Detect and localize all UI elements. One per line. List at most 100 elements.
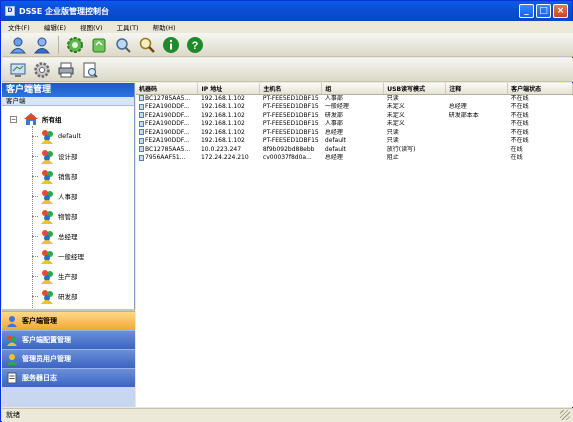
tree-node-label: 总经理 (58, 233, 78, 241)
minimize-button[interactable]: _ (519, 4, 534, 18)
menu-tools[interactable]: 工具(T) (117, 22, 139, 32)
cell-machine-code: FE2A190DDF... (145, 128, 190, 136)
col-group[interactable]: 组 (321, 83, 385, 95)
col-comment[interactable]: 注释 (445, 83, 509, 95)
cell-comment (446, 137, 508, 146)
cell-group: 人事部 (324, 120, 343, 127)
help-icon[interactable]: ? (185, 35, 205, 55)
nav-label: 管理员用户管理 (22, 355, 71, 363)
tree-node-rnd[interactable]: 研发部 (32, 288, 78, 304)
tree-node-default[interactable]: default (32, 128, 81, 144)
menu-help[interactable]: 帮助(H) (153, 22, 176, 32)
gear-magnify-icon[interactable] (113, 35, 133, 55)
cell-usb-mode: 放行(读写) (386, 145, 416, 153)
cell-ip: 192.168.1.102 (200, 94, 245, 102)
cell-usb-mode: 未定义 (386, 111, 405, 119)
menu-file[interactable]: 文件(F) (8, 22, 30, 32)
cell-status: 不在线 (510, 128, 529, 136)
col-machine-code[interactable]: 机器码 (136, 83, 199, 95)
table-row[interactable]: BC12785AA5... 192.168.1.102 PT-FEE5ED1DB… (136, 94, 573, 103)
tree-node-manager[interactable]: 一般经理 (32, 248, 84, 264)
table-row[interactable]: FE2A190DDF... 192.168.1.102 PT-FEE5ED1DB… (136, 129, 573, 138)
gear-green-icon[interactable] (65, 35, 85, 55)
col-ip[interactable]: IP 地址 (197, 83, 261, 95)
panel-subtitle: 客户端 (2, 97, 134, 106)
tree-node-production[interactable]: 生产部 (32, 268, 78, 284)
tree-node-gm[interactable]: 总经理 (32, 228, 78, 244)
cell-ip: 192.168.1.102 (200, 103, 245, 110)
cell-hostname: PT-FEE5ED1DBF15 (262, 111, 319, 119)
tree-node-label: 生产部 (58, 273, 78, 281)
menu-edit[interactable]: 编辑(E) (44, 22, 66, 32)
cell-comment: 研发部本本 (448, 111, 479, 119)
cell-comment (446, 94, 508, 103)
cell-status: 不在线 (510, 120, 529, 127)
table-row[interactable]: 7956AAF51... 172.24.224.210 cv00037f8d0a… (136, 154, 573, 163)
settings-icon[interactable] (32, 60, 52, 80)
group-icon (41, 190, 53, 204)
menu-view[interactable]: 视图(V) (80, 22, 103, 32)
recycle-icon[interactable] (89, 35, 109, 55)
col-status[interactable]: 客户端状态 (507, 83, 573, 95)
tree-root[interactable]: − 所有组 (10, 112, 62, 126)
group-icon (41, 150, 53, 164)
tree-root-label: 所有组 (42, 116, 62, 124)
nav-label: 服务器日志 (22, 374, 57, 382)
nav-client-config[interactable]: 客户端配置管理 (2, 330, 135, 349)
tree-node-sales[interactable]: 销售部 (32, 168, 78, 184)
nav-admin-users[interactable]: 管理员用户管理 (2, 349, 135, 368)
maximize-button[interactable]: □ (536, 4, 551, 18)
server-log-icon (7, 372, 17, 384)
computer-icon (139, 146, 144, 152)
cell-hostname: PT-FEE5ED1DBF15 (262, 94, 319, 102)
tree-node-label: 研发部 (58, 293, 78, 301)
cell-machine-code: BC12785AA5... (145, 94, 191, 102)
info-icon[interactable] (161, 35, 181, 55)
nav-client-mgmt[interactable]: 客户端管理 (2, 311, 135, 330)
tree-node-property[interactable]: 物管部 (32, 208, 78, 224)
toolbar-main: ? (2, 33, 573, 57)
table-row[interactable]: BC12785AA5... 10.0.223.247 8f9b092bd88eb… (136, 146, 573, 155)
col-hostname[interactable]: 主机名 (259, 83, 323, 95)
computer-icon (139, 137, 144, 144)
resize-grip-icon[interactable] (560, 410, 570, 420)
dsse-icon: D (5, 6, 15, 16)
cell-machine-code: FE2A190DDF... (145, 120, 190, 127)
cell-group: 总经理 (324, 128, 343, 136)
cell-hostname: PT-FEE5ED1DBF15 (262, 103, 319, 110)
panel-title: 客户端管理 (2, 83, 134, 97)
cell-status: 不在线 (510, 103, 529, 110)
report-icon[interactable] (80, 60, 100, 80)
table-row[interactable]: FE2A190DDF... 192.168.1.102 PT-FEE5ED1DB… (136, 103, 573, 112)
tree-node-hr[interactable]: 人事部 (32, 188, 78, 204)
cell-usb-mode: 只读 (386, 128, 399, 136)
cell-ip: 10.0.223.247 (200, 145, 242, 153)
table-row[interactable]: FE2A190DDF... 192.168.1.102 PT-FEE5ED1DB… (136, 120, 573, 129)
cell-group: 一般经理 (324, 103, 349, 110)
cell-ip: 192.168.1.102 (200, 128, 245, 136)
col-usb-mode[interactable]: USB读写模式 (383, 83, 447, 95)
monitor-icon[interactable] (8, 60, 28, 80)
collapse-icon[interactable]: − (10, 115, 17, 123)
cell-usb-mode: 只读 (386, 94, 399, 102)
nav-server-log[interactable]: 服务器日志 (2, 368, 135, 387)
nav-stack: 客户端管理 客户端配置管理 管理员用户管理 服务器日志 (2, 311, 135, 387)
title-bar[interactable]: D DSSE 企业版管理控制台 _ □ × (1, 1, 572, 21)
cell-comment (446, 120, 508, 129)
cell-group: 人事部 (324, 94, 343, 102)
client-config-icon (7, 335, 17, 346)
close-button[interactable]: × (553, 4, 568, 18)
table-row[interactable]: FE2A190DDF... 192.168.1.102 PT-FEE5ED1DB… (136, 112, 573, 121)
table-row[interactable]: FE2A190DDF... 192.168.1.102 PT-FEE5ED1DB… (136, 137, 573, 146)
tree-node-design[interactable]: 设计部 (32, 148, 78, 164)
toolbar-separator (58, 35, 59, 54)
nav-label: 客户端管理 (22, 317, 57, 325)
tree-node-label: 一般经理 (58, 253, 84, 261)
user-alt-icon[interactable] (32, 35, 52, 55)
home-group-icon (24, 113, 38, 125)
client-list-panel: 机器码 IP 地址 主机名 组 USB读写模式 注释 客户端状态 BC12785… (136, 83, 573, 407)
search-icon[interactable] (137, 35, 157, 55)
cell-hostname: PT-FEE5ED1DBF15 (262, 137, 319, 144)
printer-icon[interactable] (56, 60, 76, 80)
user-icon[interactable] (8, 35, 28, 55)
